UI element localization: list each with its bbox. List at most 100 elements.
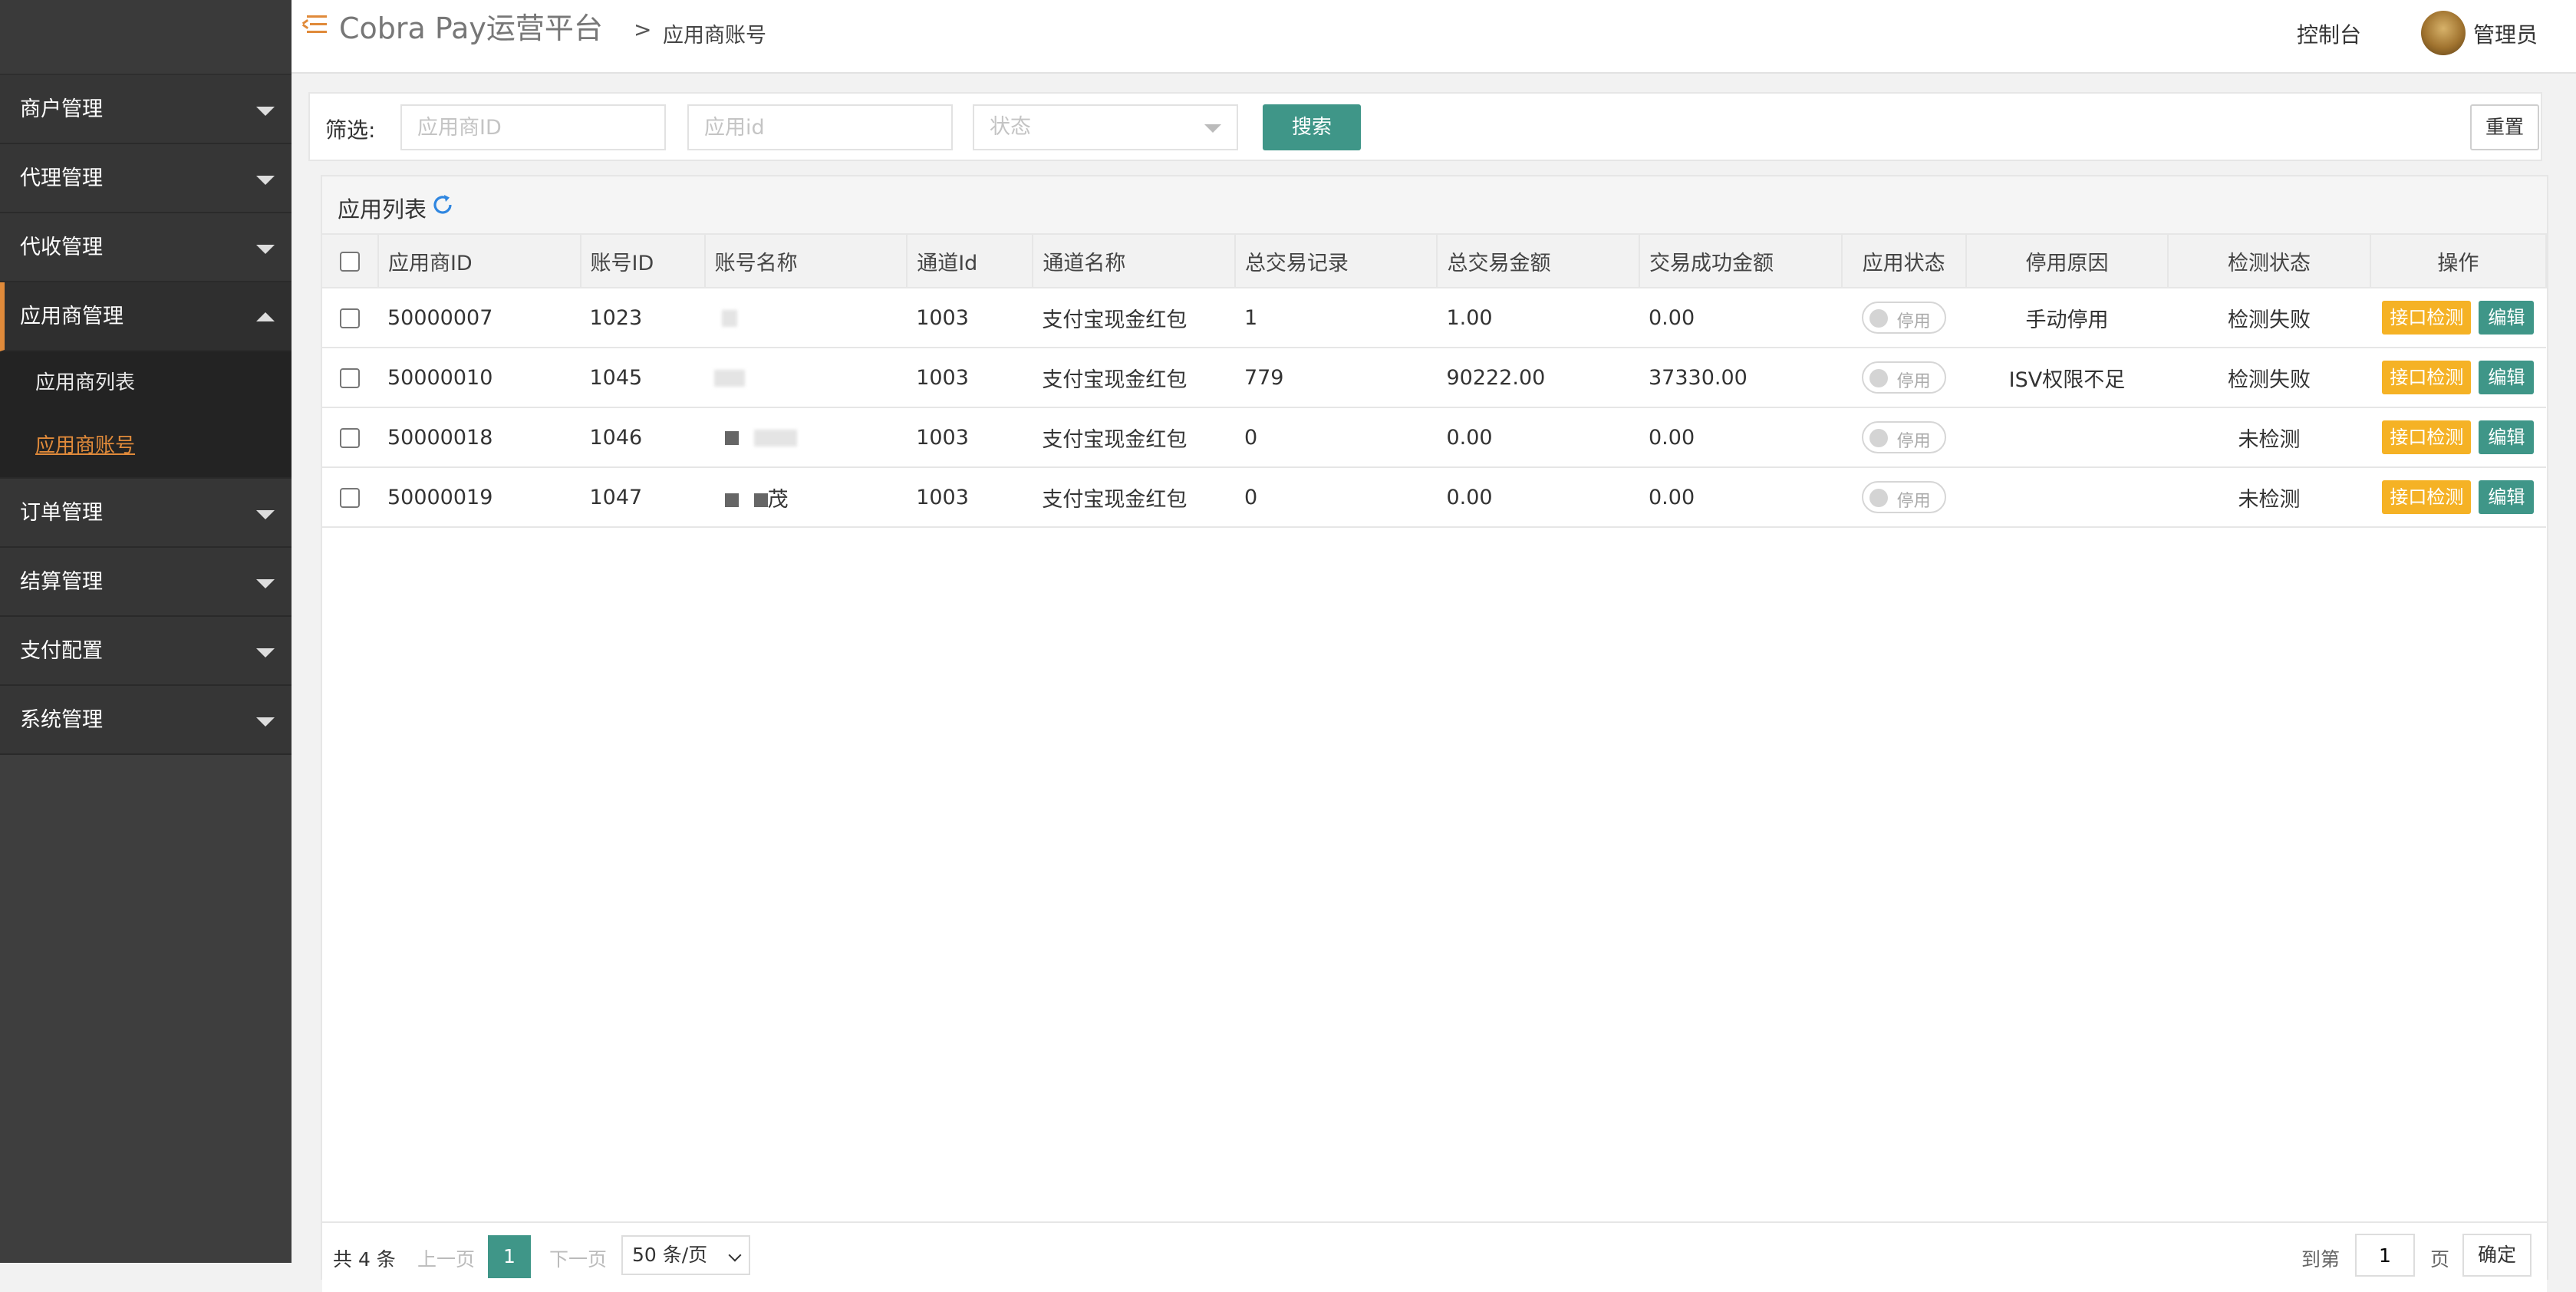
- select-all-checkbox[interactable]: [339, 252, 360, 272]
- status-toggle[interactable]: 停用: [1861, 302, 1946, 334]
- row-checkbox[interactable]: [340, 308, 361, 328]
- redacted-text: [724, 493, 739, 507]
- menu-toggle-icon[interactable]: [301, 14, 327, 35]
- col-disable-reason[interactable]: 停用原因: [1965, 235, 2169, 288]
- chevron-down-icon: [256, 648, 275, 658]
- row-checkbox[interactable]: [340, 368, 361, 388]
- sidebar-item-orders[interactable]: 订单管理: [0, 479, 292, 548]
- sidebar-subitem-vendor-list[interactable]: 应用商列表: [0, 351, 292, 414]
- col-account-id[interactable]: 账号ID: [580, 235, 706, 288]
- status-toggle[interactable]: 停用: [1861, 421, 1946, 453]
- cell-disable-reason: [1965, 407, 2169, 468]
- cell-account-id: 1046: [580, 407, 705, 468]
- table-row: 50000019 1047 茂 1003 支付宝现金红包 0 0.00 0.00…: [322, 467, 2546, 528]
- interface-check-button[interactable]: 接口检测: [2382, 301, 2472, 335]
- cell-channel-name: 支付宝现金红包: [1033, 467, 1235, 528]
- goto-confirm-button[interactable]: 确定: [2462, 1234, 2532, 1277]
- refresh-icon[interactable]: [430, 192, 456, 218]
- sidebar-item-collection[interactable]: 代收管理: [0, 213, 292, 282]
- col-account-name[interactable]: 账号名称: [704, 235, 908, 288]
- cell-account-id: 1047: [580, 467, 705, 528]
- interface-check-button[interactable]: 接口检测: [2382, 480, 2472, 514]
- edit-button[interactable]: 编辑: [2479, 420, 2535, 454]
- breadcrumb-separator: >: [634, 17, 652, 42]
- chevron-up-icon: [256, 312, 275, 321]
- toggle-knob: [1869, 429, 1888, 447]
- cell-channel-id: 1003: [907, 407, 1033, 468]
- interface-check-button[interactable]: 接口检测: [2382, 361, 2472, 394]
- status-toggle[interactable]: 停用: [1861, 481, 1946, 513]
- status-toggle[interactable]: 停用: [1861, 361, 1946, 394]
- sidebar-item-system[interactable]: 系统管理: [0, 686, 292, 755]
- edit-button[interactable]: 编辑: [2479, 301, 2535, 335]
- sidebar-item-label: 代收管理: [20, 236, 103, 259]
- page-number-button[interactable]: 1: [488, 1235, 531, 1278]
- sidebar-item-label: 支付配置: [20, 639, 103, 663]
- row-select-cell: [322, 407, 378, 468]
- col-app-status[interactable]: 应用状态: [1841, 235, 1967, 288]
- col-channel-name[interactable]: 通道名称: [1033, 235, 1236, 288]
- cell-account-name: [704, 288, 908, 348]
- table-row: 50000007 1023 1003 支付宝现金红包 1 1.00 0.00 停…: [322, 288, 2546, 348]
- prev-page-button[interactable]: 上一页: [417, 1244, 475, 1272]
- sidebar-item-merchant[interactable]: 商户管理: [0, 75, 292, 144]
- status-select-placeholder: 状态: [990, 115, 1031, 139]
- cell-channel-id: 1003: [907, 467, 1033, 528]
- console-link[interactable]: 控制台: [2297, 18, 2361, 49]
- col-check-status[interactable]: 检测状态: [2168, 235, 2371, 288]
- sidebar-item-settlement[interactable]: 结算管理: [0, 548, 292, 617]
- user-name[interactable]: 管理员: [2473, 18, 2538, 49]
- sidebar-submenu: 应用商列表 应用商账号: [0, 351, 292, 479]
- edit-button[interactable]: 编辑: [2479, 480, 2535, 514]
- table-row: 50000018 1046 1003 支付宝现金红包 0 0.00 0.00 停…: [322, 407, 2546, 468]
- cell-tx-amount: 1.00: [1437, 288, 1639, 348]
- vendor-id-input[interactable]: [400, 104, 666, 150]
- next-page-button[interactable]: 下一页: [549, 1244, 607, 1272]
- reset-button[interactable]: 重置: [2470, 104, 2539, 150]
- row-select-cell: [322, 348, 378, 408]
- app-id-input[interactable]: [687, 104, 953, 150]
- sidebar-subitem-vendor-account[interactable]: 应用商账号: [0, 414, 292, 477]
- cell-account-id: 1023: [580, 288, 705, 348]
- cell-tx-count: 0: [1234, 407, 1438, 468]
- cell-success-amount: 0.00: [1639, 288, 1842, 348]
- avatar[interactable]: [2421, 11, 2466, 55]
- chevron-down-icon: [256, 176, 275, 185]
- cell-channel-name: 支付宝现金红包: [1033, 407, 1235, 468]
- col-vendor-id[interactable]: 应用商ID: [377, 235, 581, 288]
- cell-success-amount: 0.00: [1639, 407, 1842, 468]
- cell-app-status: 停用: [1841, 407, 1966, 468]
- search-button[interactable]: 搜索: [1263, 104, 1361, 150]
- col-tx-count[interactable]: 总交易记录: [1234, 235, 1438, 288]
- cell-account-name: [704, 348, 908, 408]
- cell-success-amount: 37330.00: [1639, 348, 1842, 408]
- sidebar-item-vendor[interactable]: 应用商管理: [0, 282, 292, 351]
- sidebar-item-payment-config[interactable]: 支付配置: [0, 617, 292, 686]
- row-checkbox[interactable]: [340, 488, 361, 508]
- filter-label: 筛选:: [325, 117, 376, 143]
- cell-app-status: 停用: [1841, 288, 1966, 348]
- cell-check-status: 检测失败: [2168, 288, 2370, 348]
- col-tx-amount[interactable]: 总交易金额: [1437, 235, 1640, 288]
- col-actions: 操作: [2370, 235, 2548, 288]
- toggle-knob: [1869, 369, 1888, 387]
- page-size-select[interactable]: 50 条/页: [621, 1235, 750, 1275]
- top-header: Cobra Pay运营平台 > 应用商账号 控制台 管理员: [292, 0, 2576, 74]
- cell-tx-amount: 0.00: [1437, 407, 1639, 468]
- chevron-down-icon: [256, 717, 275, 727]
- toggle-knob: [1869, 309, 1888, 328]
- row-checkbox[interactable]: [340, 428, 361, 448]
- col-success-amount[interactable]: 交易成功金额: [1639, 235, 1843, 288]
- table-header-row: 应用商ID 账号ID 账号名称 通道Id 通道名称 总交易记录 总交易金额 交易…: [322, 235, 2548, 288]
- interface-check-button[interactable]: 接口检测: [2382, 420, 2472, 454]
- status-select[interactable]: 状态: [973, 104, 1238, 150]
- cell-check-status: 检测失败: [2168, 348, 2370, 408]
- cell-disable-reason: ISV权限不足: [1965, 348, 2169, 408]
- cell-tx-count: 1: [1234, 288, 1438, 348]
- goto-page-input[interactable]: [2355, 1234, 2415, 1277]
- cell-app-status: 停用: [1841, 467, 1966, 528]
- sidebar-item-agent[interactable]: 代理管理: [0, 144, 292, 213]
- edit-button[interactable]: 编辑: [2479, 361, 2535, 394]
- chevron-down-icon: [1204, 124, 1221, 133]
- col-channel-id[interactable]: 通道Id: [907, 235, 1034, 288]
